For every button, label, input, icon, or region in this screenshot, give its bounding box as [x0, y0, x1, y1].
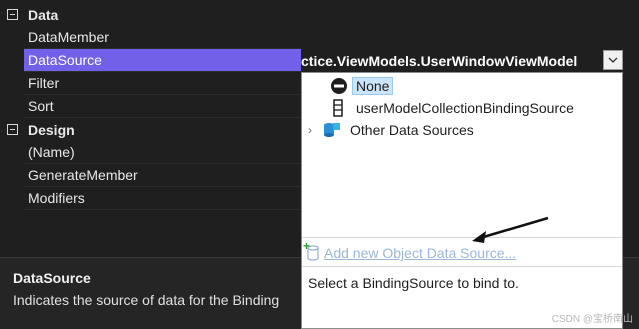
- category-label: Data: [28, 6, 59, 23]
- none-circle-icon: [331, 78, 347, 94]
- row-gutter: [0, 26, 24, 49]
- property-name: GenerateMember: [24, 164, 301, 187]
- row-gutter: [0, 95, 24, 118]
- description-text: Indicates the source of data for the Bin…: [13, 292, 280, 308]
- datasource-combobox[interactable]: ctice.ViewModels.UserWindowViewModel: [301, 49, 623, 72]
- property-row-datasource[interactable]: DataSource: [0, 49, 301, 72]
- tree-item-other-data-sources[interactable]: › Other Data Sources: [308, 119, 478, 141]
- dropdown-description-text: Select a BindingSource to bind to.: [308, 275, 519, 291]
- plus-icon: +: [303, 239, 311, 253]
- binding-source-icon: [333, 99, 343, 117]
- minus-icon: [6, 124, 18, 135]
- property-row-generatemember[interactable]: GenerateMember: [0, 164, 301, 187]
- description-title: DataSource: [13, 270, 91, 286]
- property-name: Sort: [24, 95, 301, 118]
- tree-item-label: None: [352, 77, 394, 95]
- divider: [302, 237, 622, 238]
- datasource-dropdown: None userModelCollectionBindingSource › …: [301, 72, 623, 329]
- property-name: (Name): [24, 141, 301, 164]
- property-row-sort[interactable]: Sort: [0, 95, 301, 118]
- row-gutter: [0, 187, 24, 210]
- add-link-label: Add new Object Data Source...: [324, 245, 517, 261]
- property-name: Filter: [24, 72, 301, 95]
- row-gutter: [0, 164, 24, 187]
- category-design[interactable]: Design: [0, 118, 301, 141]
- property-row-filter[interactable]: Filter: [0, 72, 301, 95]
- row-gutter: [0, 141, 24, 164]
- add-object-data-source-link[interactable]: + Add new Object Data Source...: [303, 239, 517, 261]
- dropdown-button[interactable]: [603, 50, 623, 70]
- watermark: CSDN @宝桥南山: [551, 314, 633, 325]
- property-row-datamember[interactable]: DataMember: [0, 26, 301, 49]
- data-sources-icon: [324, 123, 340, 137]
- property-grid: Data DataMember DataSource Filter Sort D…: [0, 0, 301, 257]
- collapse-design-toggle[interactable]: [0, 118, 24, 141]
- chevron-down-icon: [608, 57, 618, 63]
- combobox-value: ctice.ViewModels.UserWindowViewModel: [301, 52, 578, 69]
- tree-item-label: Other Data Sources: [350, 122, 474, 138]
- property-name: DataMember: [24, 26, 301, 49]
- row-gutter: [0, 72, 24, 95]
- category-label: Design: [28, 121, 75, 138]
- tree-item-none[interactable]: None: [330, 75, 394, 97]
- tree-item-binding-source[interactable]: userModelCollectionBindingSource: [330, 97, 578, 119]
- minus-icon: [6, 9, 18, 20]
- collapse-data-toggle[interactable]: [0, 3, 24, 26]
- tree-item-label: userModelCollectionBindingSource: [356, 100, 574, 116]
- row-gutter: [0, 49, 24, 72]
- category-data[interactable]: Data: [0, 3, 301, 26]
- property-name: Modifiers: [24, 187, 301, 210]
- chevron-right-icon[interactable]: ›: [308, 123, 320, 137]
- property-name: DataSource: [24, 49, 301, 72]
- property-row-name[interactable]: (Name): [0, 141, 301, 164]
- property-row-modifiers[interactable]: Modifiers: [0, 187, 301, 210]
